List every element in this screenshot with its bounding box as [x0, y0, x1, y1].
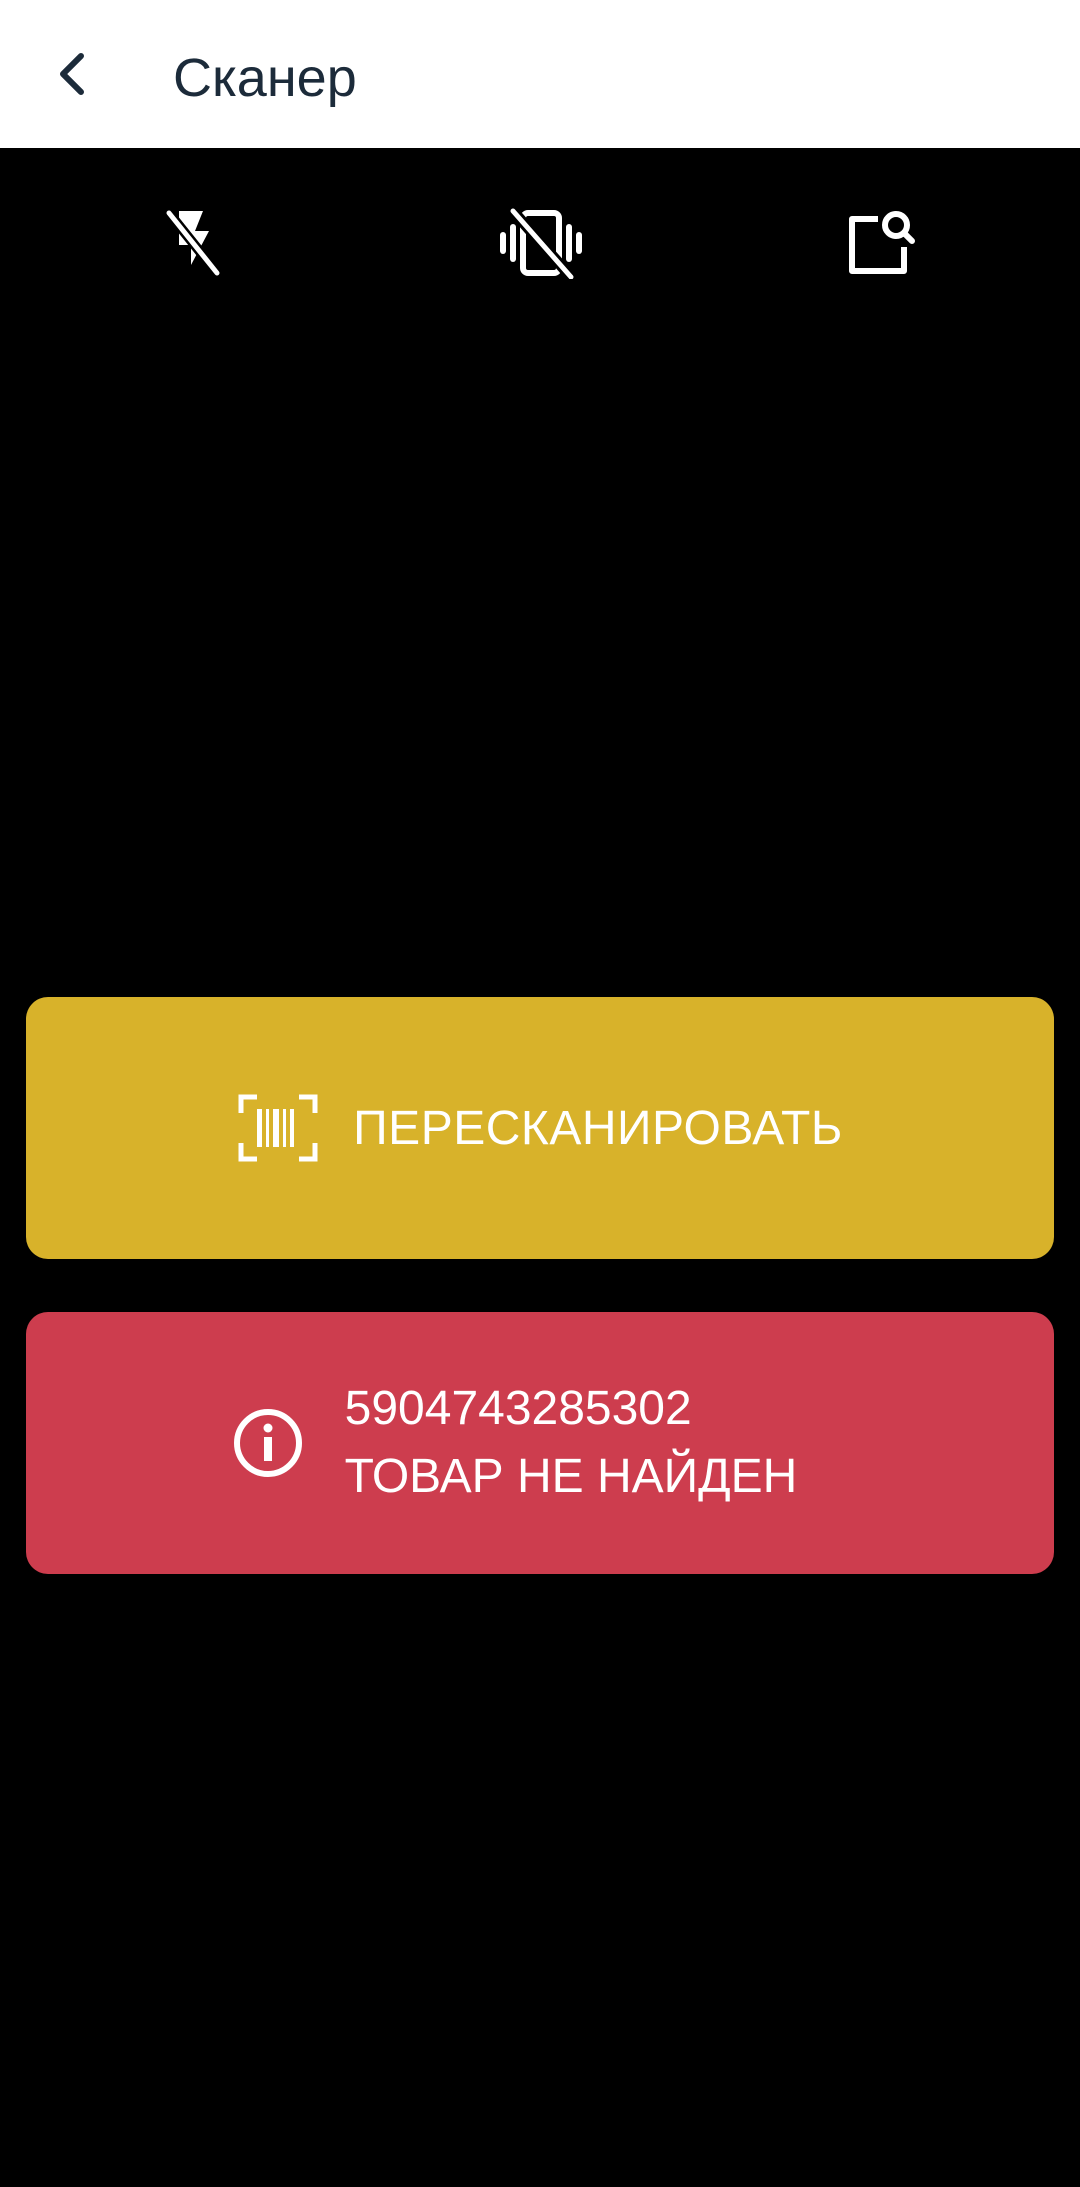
not-found-message: ТОВАР НЕ НАЙДЕН: [344, 1450, 798, 1503]
back-button[interactable]: [40, 34, 106, 114]
image-search-button[interactable]: [825, 188, 935, 298]
info-icon: [233, 1409, 302, 1477]
scanned-barcode: 5904743285302: [344, 1382, 692, 1435]
flash-toggle-button[interactable]: [138, 188, 248, 298]
chevron-left-icon: [60, 53, 84, 95]
page-title: Сканер: [173, 48, 357, 108]
scan-result-text: 5904743285302 ТОВАР НЕ НАЙДЕН: [345, 1375, 798, 1511]
rescan-button[interactable]: ПЕРЕСКАНИРОВАТЬ: [26, 997, 1054, 1259]
app-bar: Сканер: [0, 0, 1080, 148]
vibration-toggle-button[interactable]: [486, 188, 596, 298]
scan-result-card: 5904743285302 ТОВАР НЕ НАЙДЕН: [26, 1312, 1054, 1574]
rescan-content: ПЕРЕСКАНИРОВАТЬ: [237, 1093, 843, 1163]
flash-off-icon: [165, 209, 221, 277]
barcode-scan-icon: [238, 1094, 318, 1162]
rescan-label: ПЕРЕСКАНИРОВАТЬ: [353, 1101, 843, 1155]
vibration-off-icon: [500, 207, 582, 279]
scanner-screen: Сканер ПЕРЕСКАНИРОВАТЬ 5904743285302 ТОВ…: [0, 0, 1080, 2187]
search-image-icon: [849, 211, 915, 274]
scan-result-content: 5904743285302 ТОВАР НЕ НАЙДЕН: [233, 1375, 798, 1511]
scanner-toolbar: [0, 148, 1080, 338]
